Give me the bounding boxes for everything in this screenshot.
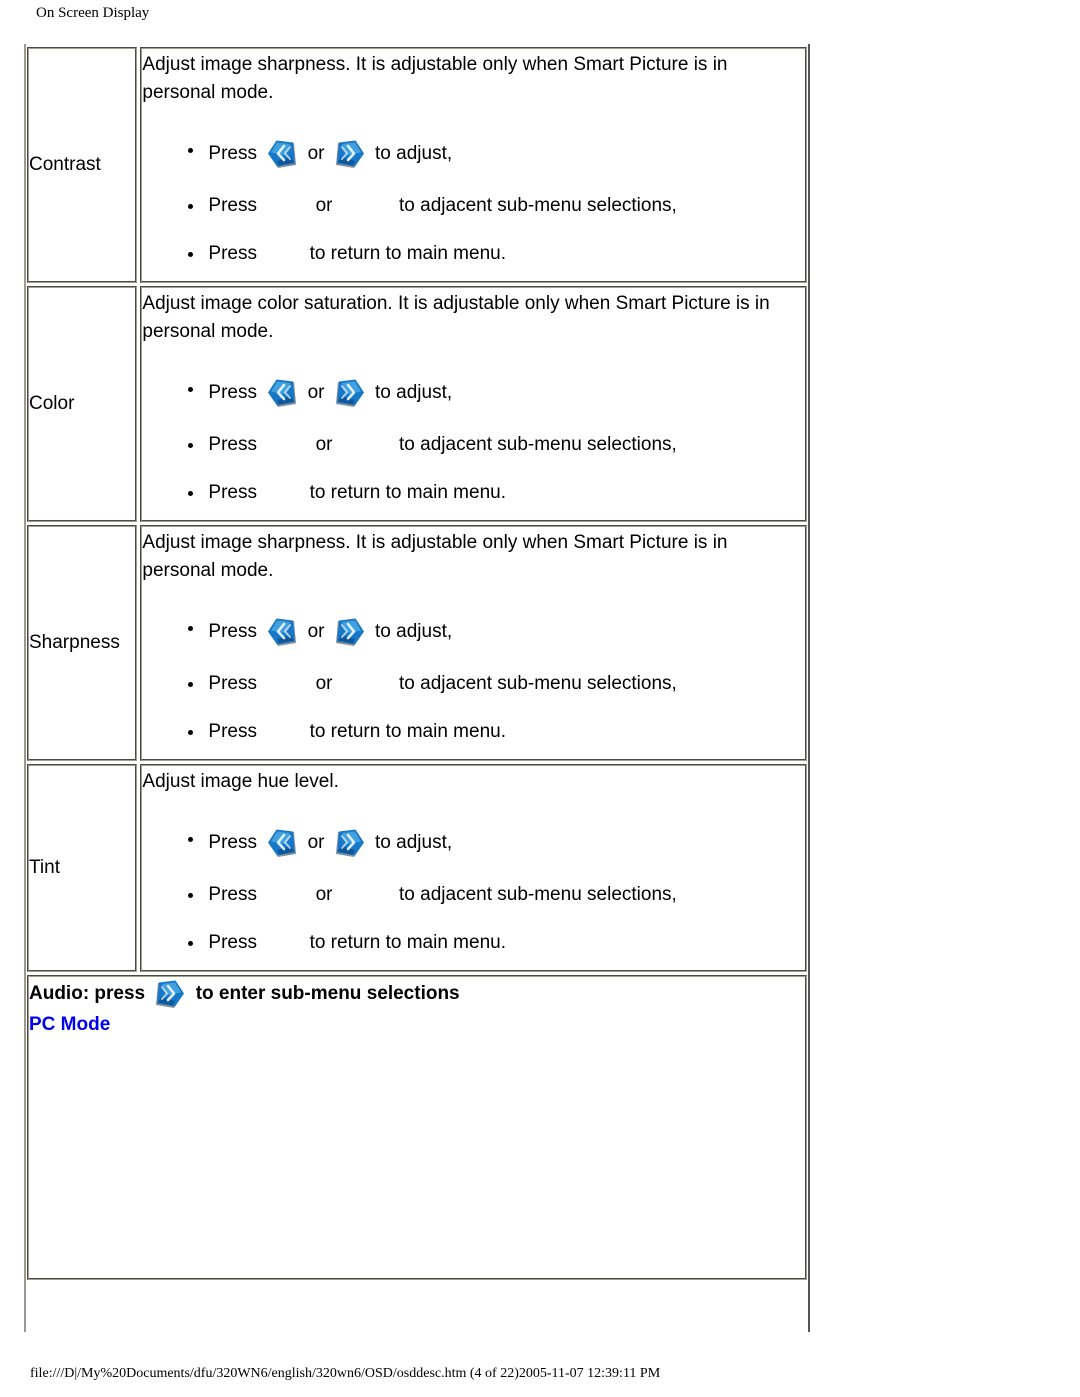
list-item: Press or to adjacent sub-menu selections… — [188, 193, 805, 219]
step-suffix: to adjacent sub-menu selections, — [399, 673, 677, 694]
setting-description: Adjust image sharpness. It is adjustable… — [142, 532, 728, 581]
setting-steps-list: Press or to adjust, Press or to adjacent… — [142, 826, 805, 956]
step-middle: or — [307, 382, 325, 403]
osd-table-body: Contrast Adjust image sharpness. It is a… — [27, 47, 807, 1280]
audio-instruction: Audio: press to enter sub-menu selection… — [29, 977, 805, 1011]
step-middle: or — [315, 434, 333, 455]
chevron-right-key-icon[interactable] — [331, 376, 369, 410]
chevron-right-key-icon[interactable] — [331, 826, 369, 860]
step-suffix: to adjacent sub-menu selections, — [399, 195, 677, 216]
step-prefix: Press — [208, 621, 257, 642]
setting-steps-list: Press or to adjust, Press or to adjacent… — [142, 137, 805, 267]
step-suffix: to adjust, — [375, 143, 453, 164]
step-prefix: Press — [208, 195, 257, 216]
chevron-right-key-icon[interactable] — [331, 615, 369, 649]
setting-description: Adjust image hue level. — [142, 771, 339, 792]
step-prefix: Press — [208, 243, 257, 264]
step-prefix: Press — [208, 143, 257, 164]
step-prefix: Press — [208, 884, 257, 905]
table-row: Tint Adjust image hue level. Press or to… — [27, 764, 807, 972]
step-middle: or — [307, 143, 325, 164]
list-item: Press to return to main menu. — [188, 719, 805, 745]
step-middle: or — [307, 832, 325, 853]
footer-path: file:///D|/My%20Documents/dfu/320WN6/eng… — [30, 1366, 661, 1381]
page-title: On Screen Display — [36, 5, 150, 21]
audio-label-before: Audio: press — [29, 983, 146, 1004]
step-suffix: to return to main menu. — [309, 721, 506, 742]
setting-steps-list: Press or to adjust, Press or to adjacent… — [142, 615, 805, 745]
step-suffix: to return to main menu. — [309, 932, 506, 953]
setting-name: Color — [29, 393, 75, 414]
list-item: Press or to adjust, — [188, 376, 805, 410]
setting-description: Adjust image sharpness. It is adjustable… — [142, 54, 728, 103]
setting-description-cell: Adjust image sharpness. It is adjustable… — [140, 47, 807, 283]
table-row: Contrast Adjust image sharpness. It is a… — [27, 47, 807, 283]
list-item: Press to return to main menu. — [188, 241, 805, 267]
chevron-left-key-icon[interactable] — [263, 826, 301, 860]
step-suffix: to adjust, — [375, 382, 453, 403]
setting-name: Contrast — [29, 154, 101, 175]
chevron-left-key-icon[interactable] — [263, 615, 301, 649]
setting-name-cell: Sharpness — [27, 525, 138, 761]
chevron-right-key-icon[interactable] — [331, 137, 369, 171]
step-prefix: Press — [208, 721, 257, 742]
setting-name: Sharpness — [29, 632, 120, 653]
audio-section-spacer — [29, 1038, 805, 1278]
step-prefix: Press — [208, 382, 257, 403]
setting-description-cell: Adjust image hue level. Press or to adju… — [140, 764, 807, 972]
chevron-left-key-icon[interactable] — [263, 137, 301, 171]
chevron-left-key-icon[interactable] — [263, 376, 301, 410]
setting-steps-list: Press or to adjust, Press or to adjacent… — [142, 376, 805, 506]
setting-name-cell: Tint — [27, 764, 138, 972]
table-row: Sharpness Adjust image sharpness. It is … — [27, 525, 807, 761]
step-prefix: Press — [208, 482, 257, 503]
setting-description-cell: Adjust image sharpness. It is adjustable… — [140, 525, 807, 761]
step-prefix: Press — [208, 932, 257, 953]
step-prefix: Press — [208, 673, 257, 694]
setting-name-cell: Color — [27, 286, 138, 522]
table-row: Audio: press to enter sub-menu selection… — [27, 975, 807, 1280]
step-middle: or — [315, 884, 333, 905]
step-middle: or — [315, 673, 333, 694]
setting-description-cell: Adjust image color saturation. It is adj… — [140, 286, 807, 522]
audio-section-cell: Audio: press to enter sub-menu selection… — [27, 975, 807, 1280]
table-row: Color Adjust image color saturation. It … — [27, 286, 807, 522]
pc-mode-link[interactable]: PC Mode — [29, 1012, 805, 1038]
list-item: Press or to adjacent sub-menu selections… — [188, 671, 805, 697]
list-item: Press to return to main menu. — [188, 480, 805, 506]
osd-settings-table: Contrast Adjust image sharpness. It is a… — [24, 44, 810, 1283]
list-item: Press or to adjust, — [188, 826, 805, 860]
step-middle: or — [307, 621, 325, 642]
step-suffix: to return to main menu. — [309, 482, 506, 503]
step-suffix: to adjust, — [375, 832, 453, 853]
audio-label-after: to enter sub-menu selections — [195, 983, 460, 1004]
setting-description: Adjust image color saturation. It is adj… — [142, 293, 770, 342]
step-suffix: to adjacent sub-menu selections, — [399, 884, 677, 905]
step-prefix: Press — [208, 434, 257, 455]
list-item: Press to return to main menu. — [188, 930, 805, 956]
step-suffix: to adjust, — [375, 621, 453, 642]
step-middle: or — [315, 195, 333, 216]
step-prefix: Press — [208, 832, 257, 853]
step-suffix: to adjacent sub-menu selections, — [399, 434, 677, 455]
list-item: Press or to adjacent sub-menu selections… — [188, 882, 805, 908]
setting-name: Tint — [29, 857, 60, 878]
step-suffix: to return to main menu. — [309, 243, 506, 264]
setting-name-cell: Contrast — [27, 47, 138, 283]
list-item: Press or to adjacent sub-menu selections… — [188, 432, 805, 458]
list-item: Press or to adjust, — [188, 615, 805, 649]
list-item: Press or to adjust, — [188, 137, 805, 171]
chevron-right-key-icon[interactable] — [151, 977, 189, 1011]
